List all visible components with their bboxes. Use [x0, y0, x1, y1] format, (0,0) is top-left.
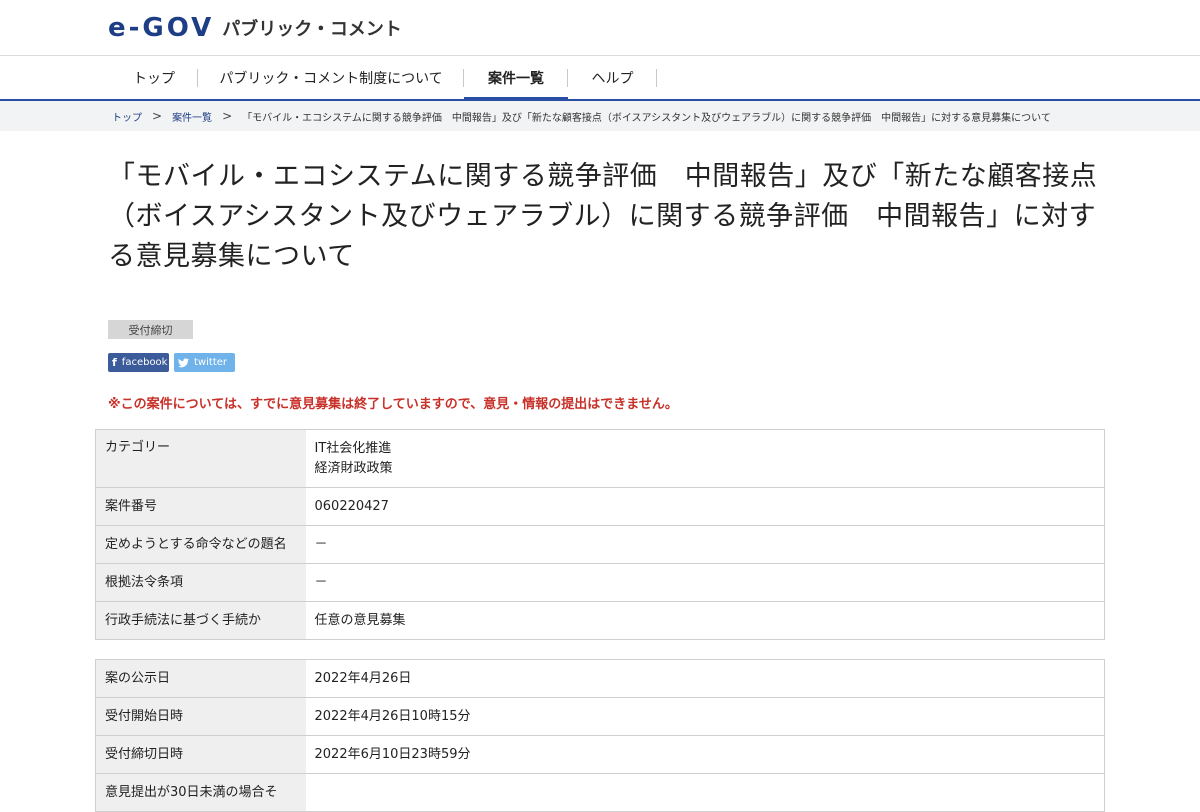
site-title: パブリック・コメント	[222, 18, 402, 40]
nav-item-label: トップ	[133, 70, 175, 87]
nav-item-2[interactable]: 案件一覧	[464, 56, 568, 101]
row-label: 案件番号	[95, 487, 306, 526]
row-label: 受付締切日時	[95, 735, 306, 774]
status-badge: 受付締切	[108, 320, 193, 339]
nav-item-label: ヘルプ	[591, 70, 634, 87]
case-info-table: カテゴリー IT社会化推進 経済財政政策 案件番号 060220427 定めようとする命…	[95, 429, 1105, 640]
row-label: 行政手続法に基づく手続か	[95, 601, 306, 640]
closed-notice: ※この案件については、すでに意見募集は終了していますので、意見・情報の提出はでき…	[108, 397, 678, 412]
twitter-share-button[interactable]: twitter	[174, 353, 235, 372]
row-label: 意見提出が30日未満の場合そ	[95, 773, 306, 812]
row-label: 根拠法令条項	[95, 563, 306, 602]
egov-logo: e-GOV	[108, 12, 215, 43]
site-logo[interactable]: e-GOV パブリック・コメント	[108, 13, 402, 43]
chevron-right-icon: >	[222, 109, 233, 123]
table-row: 意見提出が30日未満の場合そ	[95, 773, 1105, 812]
table-row: カテゴリー IT社会化推進 経済財政政策	[95, 429, 1105, 488]
table-row: 案件番号 060220427	[95, 487, 1105, 526]
row-value: IT社会化推進 経済財政政策	[305, 429, 1105, 488]
row-value: 2022年6月10日23時59分	[305, 735, 1105, 774]
nav-item-1[interactable]: パブリック・コメント制度について	[198, 56, 464, 99]
row-value: 060220427	[305, 487, 1105, 526]
row-value	[305, 773, 1105, 812]
breadcrumb-home[interactable]: トップ	[112, 109, 142, 124]
row-value: 2022年4月26日10時15分	[305, 697, 1105, 736]
row-label: カテゴリー	[95, 429, 306, 488]
share-buttons: f facebook twitter	[108, 353, 235, 372]
row-value: 2022年4月26日	[305, 659, 1105, 698]
row-value: －	[305, 525, 1105, 564]
nav-item-label: パブリック・コメント制度について	[219, 70, 443, 87]
row-label: 案の公示日	[95, 659, 306, 698]
table-row: 案の公示日 2022年4月26日	[95, 659, 1105, 698]
page-title: 「モバイル・エコシステムに関する競争評価 中間報告」及び「新たな顧客接点（ボイス…	[108, 161, 1098, 272]
table-row: 行政手続法に基づく手続か 任意の意見募集	[95, 601, 1105, 640]
nav-item-0[interactable]: トップ	[110, 56, 198, 99]
nav-item-label: 案件一覧	[488, 70, 544, 87]
site-header: e-GOV パブリック・コメント	[0, 0, 1200, 56]
nav-divider	[656, 69, 657, 87]
row-label: 受付開始日時	[95, 697, 306, 736]
table-row: 受付開始日時 2022年4月26日10時15分	[95, 697, 1105, 736]
breadcrumb: トップ > 案件一覧 > 「モバイル・エコシステムに関する競争評価 中間報告」及…	[0, 101, 1200, 131]
row-label: 定めようとする命令などの題名	[95, 525, 306, 564]
table-row: 定めようとする命令などの題名－	[95, 525, 1105, 564]
row-value: 任意の意見募集	[305, 601, 1105, 640]
table-row: 根拠法令条項－	[95, 563, 1105, 602]
facebook-share-button[interactable]: f facebook	[108, 353, 169, 372]
row-value: －	[305, 563, 1105, 602]
facebook-icon: f	[112, 356, 117, 369]
facebook-label: facebook	[121, 357, 168, 368]
schedule-table: 案の公示日 2022年4月26日 受付開始日時 2022年4月26日10時15分 受付締…	[95, 659, 1105, 812]
chevron-right-icon: >	[152, 109, 163, 123]
nav-item-3[interactable]: ヘルプ	[568, 56, 657, 99]
global-nav: トップ パブリック・コメント制度について 案件一覧 ヘルプ	[0, 56, 1200, 101]
twitter-label: twitter	[194, 357, 227, 368]
breadcrumb-list[interactable]: 案件一覧	[172, 109, 212, 124]
table-row: 受付締切日時 2022年6月10日23時59分	[95, 735, 1105, 774]
twitter-icon	[178, 357, 190, 367]
breadcrumb-current: 「モバイル・エコシステムに関する競争評価 中間報告」及び「新たな顧客接点（ボイス…	[242, 112, 1051, 124]
